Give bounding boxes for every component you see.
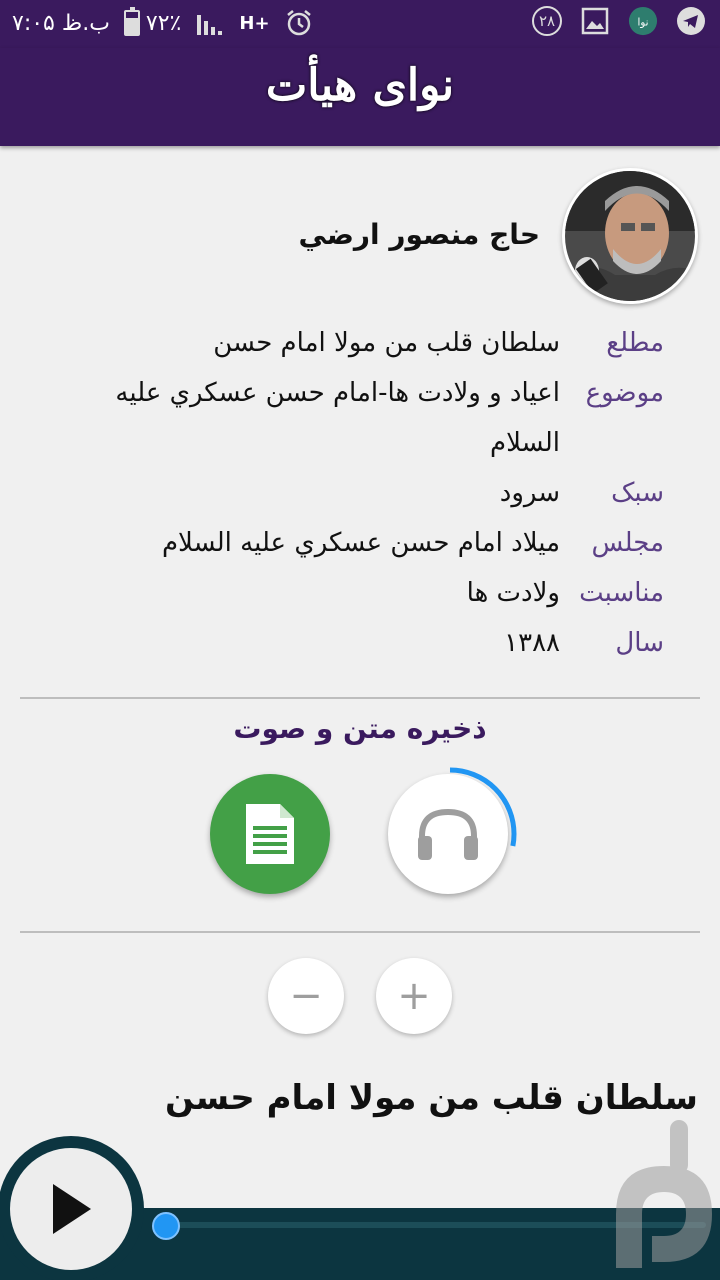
detail-value: اعياد و ولادت ها-امام حسن عسکري عليه الس… (115, 378, 560, 458)
detail-row-style: سبک سرود (54, 468, 664, 518)
detail-row-gathering: مجلس ميلاد امام حسن عسکري عليه السلام (54, 518, 664, 568)
detail-label: مطلع (606, 328, 664, 358)
detail-row-year: سال ۱۳۸۸ (54, 618, 664, 668)
detail-value: سرود (499, 478, 560, 508)
minus-icon: − (289, 973, 323, 1019)
network-type: H+ (239, 12, 270, 34)
status-right: ۲۸ نوا (532, 6, 706, 36)
detail-label: موضوع (585, 378, 664, 408)
app-notification-icon: نوا (628, 6, 658, 36)
lyrics-title: سلطان قلب من مولا امام حسن (165, 1078, 698, 1118)
detail-row-verse: مطلع سلطان قلب من مولا امام حسن (54, 318, 664, 368)
save-audio-button[interactable] (388, 774, 508, 894)
seek-thumb[interactable] (152, 1212, 180, 1240)
play-icon (53, 1184, 91, 1234)
app-bar: نوای هیأت (0, 48, 720, 146)
app-logo: نوای هیأت (265, 60, 455, 111)
store-watermark-icon (616, 1120, 712, 1268)
decrease-font-button[interactable]: − (268, 958, 344, 1034)
signal-icon (195, 8, 225, 38)
increase-font-button[interactable]: + (376, 958, 452, 1034)
battery-percent: ۷۲٪ (145, 10, 182, 36)
detail-value: ۱۳۸۸ (504, 628, 560, 658)
alarm-icon (284, 8, 314, 38)
document-icon (246, 804, 294, 864)
singer-name: حاج منصور ارضي (298, 218, 541, 251)
play-button[interactable] (10, 1148, 132, 1270)
detail-row-occasion: مناسبت ولادت ها (54, 568, 664, 618)
battery-icon (123, 7, 140, 36)
save-text-button[interactable] (210, 774, 330, 894)
status-left: ۷:۰۵ ب.ظ ۷۲٪ H+ (12, 7, 314, 38)
detail-value: سلطان قلب من مولا امام حسن (213, 328, 560, 358)
status-bar: ۷:۰۵ ب.ظ ۷۲٪ H+ ۲۸ نوا (0, 0, 720, 48)
singer-avatar (562, 168, 698, 304)
detail-label: مجلس (591, 528, 664, 558)
divider-top (20, 697, 700, 699)
headphones-icon (418, 808, 478, 860)
notification-count: ۲۸ (532, 6, 562, 36)
details-list: مطلع سلطان قلب من مولا امام حسن موضوع اع… (54, 318, 664, 668)
svg-text:نوا: نوا (637, 17, 648, 29)
detail-value: ميلاد امام حسن عسکري عليه السلام (161, 528, 560, 558)
detail-label: سبک (611, 478, 664, 508)
telegram-icon (676, 6, 706, 36)
gallery-icon (580, 6, 610, 36)
battery-group: ۷۲٪ (123, 7, 182, 36)
clock: ۷:۰۵ ب.ظ (12, 10, 110, 36)
battery-fill (125, 18, 138, 34)
detail-value: ولادت ها (466, 578, 560, 608)
detail-label: مناسبت (579, 578, 664, 608)
divider-bottom (20, 931, 700, 933)
plus-icon: + (397, 973, 431, 1019)
avatar-image (565, 171, 695, 301)
detail-row-topic: موضوع اعياد و ولادت ها-امام حسن عسکري عل… (54, 368, 664, 468)
detail-label: سال (615, 628, 664, 658)
save-section-title: ذخيره متن و صوت (233, 712, 487, 745)
